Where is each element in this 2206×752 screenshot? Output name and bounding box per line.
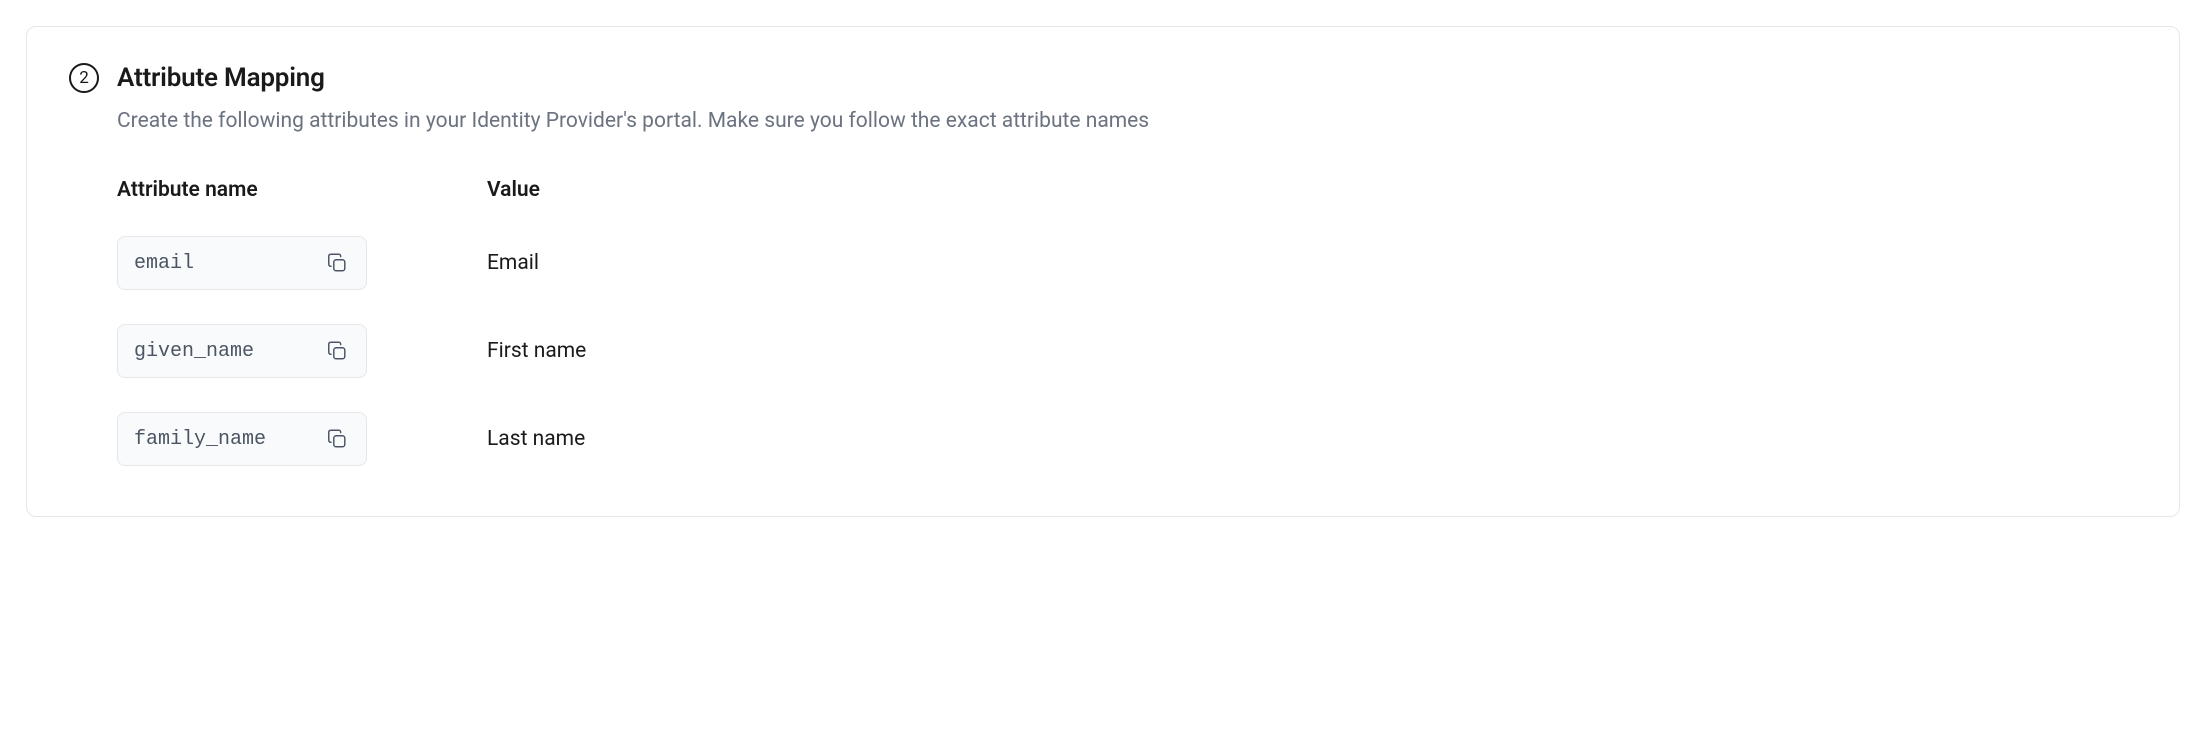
copy-icon: [326, 428, 348, 450]
copy-icon: [326, 252, 348, 274]
attribute-value: First name: [487, 339, 2137, 363]
table-header-row: Attribute name Value: [117, 178, 2137, 202]
attribute-chip-email: email: [117, 236, 367, 290]
attribute-value: Last name: [487, 427, 2137, 451]
copy-button[interactable]: [322, 248, 352, 278]
attribute-name: given_name: [134, 340, 254, 363]
step-number-badge: 2: [69, 63, 99, 93]
copy-button[interactable]: [322, 336, 352, 366]
step-header: 2 Attribute Mapping: [69, 63, 2137, 93]
column-header-name: Attribute name: [117, 178, 487, 202]
attribute-value: Email: [487, 251, 2137, 275]
attribute-chip-given-name: given_name: [117, 324, 367, 378]
table-row: email Email: [117, 236, 2137, 290]
step-number: 2: [79, 68, 89, 88]
column-header-value: Value: [487, 178, 2137, 202]
table-row: given_name First name: [117, 324, 2137, 378]
attribute-mapping-card: 2 Attribute Mapping Create the following…: [26, 26, 2180, 517]
attribute-name: email: [134, 252, 194, 275]
attribute-name: family_name: [134, 428, 266, 451]
table-row: family_name Last name: [117, 412, 2137, 466]
copy-icon: [326, 340, 348, 362]
copy-button[interactable]: [322, 424, 352, 454]
step-title: Attribute Mapping: [117, 63, 325, 93]
attribute-table: Attribute name Value email Email: [117, 178, 2137, 466]
step-description: Create the following attributes in your …: [117, 107, 2137, 136]
attribute-chip-family-name: family_name: [117, 412, 367, 466]
